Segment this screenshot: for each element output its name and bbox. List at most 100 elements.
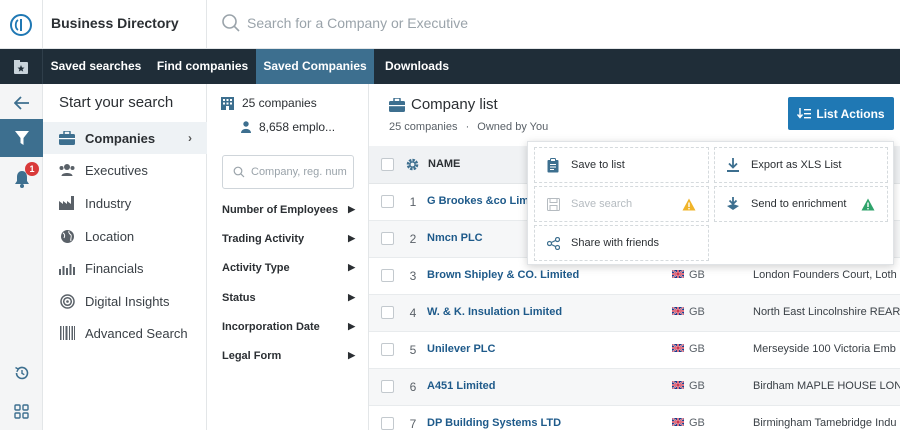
global-search-input[interactable] bbox=[247, 10, 647, 36]
row-number: 2 bbox=[409, 232, 417, 246]
uk-flag-icon bbox=[671, 269, 685, 281]
barcode-icon bbox=[58, 325, 76, 341]
menu-item-label: Save search bbox=[571, 198, 633, 210]
row-checkbox[interactable] bbox=[381, 232, 394, 245]
table-row[interactable]: 5 Unilever PLC GB Merseyside 100 Victori… bbox=[369, 332, 900, 369]
people-icon bbox=[58, 162, 76, 178]
home-button[interactable] bbox=[0, 49, 43, 84]
uk-flag-icon bbox=[671, 343, 685, 355]
building-star-icon bbox=[14, 59, 28, 74]
country-code: GB bbox=[689, 343, 705, 355]
country-code: GB bbox=[689, 417, 705, 429]
company-name-link[interactable]: Brown Shipley & CO. Limited bbox=[427, 269, 667, 281]
caret-right-icon: ▶ bbox=[348, 350, 355, 360]
app-title: Business Directory bbox=[51, 15, 179, 31]
name-column-header[interactable]: NAME bbox=[428, 158, 460, 170]
menu-item-share-with-friends[interactable]: Share with friends bbox=[534, 225, 709, 261]
company-list-title-text: Company list bbox=[411, 96, 498, 113]
briefcase-icon bbox=[58, 130, 76, 146]
share-icon bbox=[545, 236, 561, 250]
top-bar: Business Directory bbox=[0, 0, 900, 49]
search-item-industry[interactable]: Industry bbox=[43, 187, 207, 219]
row-checkbox[interactable] bbox=[381, 269, 394, 282]
notifications-button[interactable]: 1 bbox=[0, 160, 43, 198]
history-button[interactable] bbox=[0, 354, 43, 392]
company-name-link[interactable]: A451 Limited bbox=[427, 380, 667, 392]
back-button[interactable] bbox=[0, 84, 43, 122]
caret-right-icon: ▶ bbox=[348, 233, 355, 243]
filter-status[interactable]: Status ▶ bbox=[222, 292, 355, 312]
row-number: 4 bbox=[409, 306, 417, 320]
table-row[interactable]: 4 W. & K. Insulation Limited GB North Ea… bbox=[369, 295, 900, 332]
row-checkbox[interactable] bbox=[381, 380, 394, 393]
companies-count-label: 25 companies bbox=[242, 96, 317, 110]
download-icon bbox=[725, 158, 741, 172]
filter-number-of-employees[interactable]: Number of Employees ▶ bbox=[222, 204, 355, 224]
row-country: GB bbox=[671, 269, 705, 281]
filter-activity-type[interactable]: Activity Type ▶ bbox=[222, 262, 355, 282]
tab-saved-searches[interactable]: Saved searches bbox=[43, 49, 149, 84]
search-item-label: Companies bbox=[85, 130, 156, 146]
menu-item-export-xls[interactable]: Export as XLS List bbox=[714, 147, 888, 183]
search-item-executives[interactable]: Executives bbox=[43, 154, 207, 186]
save-icon bbox=[545, 197, 561, 211]
target-icon bbox=[58, 293, 76, 309]
gear-icon[interactable] bbox=[405, 157, 420, 172]
search-item-digital-insights[interactable]: Digital Insights bbox=[43, 285, 207, 317]
menu-item-save-to-list[interactable]: Save to list bbox=[534, 147, 709, 183]
row-country: GB bbox=[671, 343, 705, 355]
apps-button[interactable] bbox=[0, 392, 43, 430]
search-item-financials[interactable]: Financials bbox=[43, 252, 207, 284]
company-search-input[interactable] bbox=[251, 163, 349, 181]
search-item-advanced-search[interactable]: Advanced Search bbox=[43, 317, 207, 349]
arrow-left-icon bbox=[13, 96, 29, 110]
list-actions-button[interactable]: List Actions bbox=[788, 97, 894, 130]
list-actions-label: List Actions bbox=[816, 106, 885, 121]
notification-badge: 1 bbox=[25, 162, 39, 176]
row-address: Birmingham Tamebridge Indu bbox=[753, 417, 897, 429]
search-panel-title: Start your search bbox=[59, 94, 174, 111]
caret-right-icon: ▶ bbox=[348, 262, 355, 272]
filter-button[interactable] bbox=[0, 119, 43, 157]
search-item-label: Industry bbox=[85, 195, 132, 211]
left-rail: 1 bbox=[0, 84, 43, 430]
search-item-label: Financials bbox=[85, 260, 144, 276]
menu-item-label: Export as XLS List bbox=[751, 159, 842, 171]
filter-trading-activity[interactable]: Trading Activity ▶ bbox=[222, 233, 355, 253]
filter-incorporation-date[interactable]: Incorporation Date ▶ bbox=[222, 321, 355, 341]
chevron-right-icon: › bbox=[188, 131, 192, 145]
table-row[interactable]: 7 DP Building Systems LTD GB Birmingham … bbox=[369, 406, 900, 430]
uk-flag-icon bbox=[671, 380, 685, 392]
search-item-label: Advanced Search bbox=[85, 325, 188, 341]
row-checkbox[interactable] bbox=[381, 343, 394, 356]
search-item-location[interactable]: Location bbox=[43, 220, 207, 252]
company-name-link[interactable]: W. & K. Insulation Limited bbox=[427, 306, 667, 318]
caret-right-icon: ▶ bbox=[348, 204, 355, 214]
menu-item-label: Share with friends bbox=[571, 237, 660, 249]
row-checkbox[interactable] bbox=[381, 306, 394, 319]
row-checkbox[interactable] bbox=[381, 417, 394, 430]
row-checkbox[interactable] bbox=[381, 195, 394, 208]
country-code: GB bbox=[689, 269, 705, 281]
building-icon bbox=[221, 96, 234, 110]
country-code: GB bbox=[689, 306, 705, 318]
tab-downloads[interactable]: Downloads bbox=[374, 49, 460, 84]
company-name-link[interactable]: Unilever PLC bbox=[427, 343, 667, 355]
menu-item-send-to-enrichment[interactable]: Send to enrichment bbox=[714, 186, 888, 222]
app-logo[interactable] bbox=[0, 0, 43, 49]
caret-right-icon: ▶ bbox=[348, 292, 355, 302]
select-all-checkbox[interactable] bbox=[381, 158, 394, 171]
table-row[interactable]: 6 A451 Limited GB Birdham MAPLE HOUSE LO… bbox=[369, 369, 900, 406]
tab-saved-companies[interactable]: Saved Companies bbox=[256, 49, 374, 84]
tab-find-companies[interactable]: Find companies bbox=[149, 49, 256, 84]
row-number: 1 bbox=[409, 195, 417, 209]
search-item-label: Location bbox=[85, 228, 135, 244]
row-address: North East Lincolnshire REAR bbox=[753, 306, 900, 318]
search-item-companies[interactable]: Companies › bbox=[43, 122, 207, 154]
funnel-icon bbox=[14, 130, 29, 145]
search-item-label: Executives bbox=[85, 162, 148, 178]
company-name-link[interactable]: DP Building Systems LTD bbox=[427, 417, 667, 429]
row-country: GB bbox=[671, 417, 705, 429]
row-address: Merseyside 100 Victoria Emb bbox=[753, 343, 896, 355]
filter-legal-form[interactable]: Legal Form ▶ bbox=[222, 350, 355, 370]
